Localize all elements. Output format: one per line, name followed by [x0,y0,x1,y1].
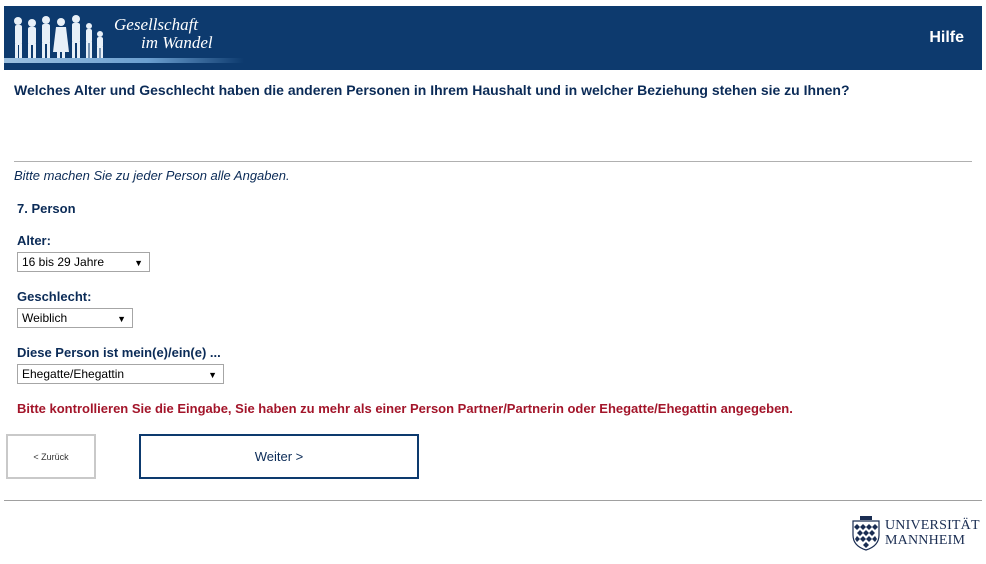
back-button[interactable]: < Zurück [6,434,96,479]
question-text: Welches Alter und Geschlecht haben die a… [14,82,850,98]
relation-select-value: Ehegatte/Ehegattin [22,367,125,381]
people-silhouettes-icon [14,15,103,60]
age-select[interactable]: 16 bis 29 Jahre ▼ [17,252,150,272]
error-message: Bitte kontrollieren Sie die Eingabe, Sie… [17,401,793,416]
help-link[interactable]: Hilfe [929,29,964,47]
university-name: UNIVERSITÄT MANNHEIM [885,518,980,548]
gender-select[interactable]: Weiblich ▼ [17,308,133,328]
instruction-text: Bitte machen Sie zu jeder Person alle An… [14,168,290,183]
gender-select-value: Weiblich [22,311,68,325]
logo-line-1: Gesellschaft [114,15,199,34]
university-crest-icon [852,516,880,551]
gender-label: Geschlecht: [17,289,92,304]
site-logo-text: Gesellschaft im Wandel [114,16,213,52]
person-heading: 7. Person [17,201,76,216]
age-select-value: 16 bis 29 Jahre [22,255,105,269]
relation-select[interactable]: Ehegatte/Ehegattin ▼ [17,364,224,384]
footer-divider [4,500,982,501]
age-label: Alter: [17,233,51,248]
university-logo: UNIVERSITÄT MANNHEIM [850,514,984,554]
dropdown-arrow-icon: ▼ [117,314,126,324]
header-bar: Gesellschaft im Wandel Hilfe [4,6,982,70]
next-button[interactable]: Weiter > [139,434,419,479]
university-line-2: MANNHEIM [885,533,966,548]
logo-line-2: im Wandel [141,33,213,52]
relation-label: Diese Person ist mein(e)/ein(e) ... [17,345,221,360]
dropdown-arrow-icon: ▼ [134,258,143,268]
dropdown-arrow-icon: ▼ [208,370,217,380]
university-line-1: UNIVERSITÄT [885,518,980,533]
divider [14,161,972,162]
logo-accent-stripe [4,58,244,63]
